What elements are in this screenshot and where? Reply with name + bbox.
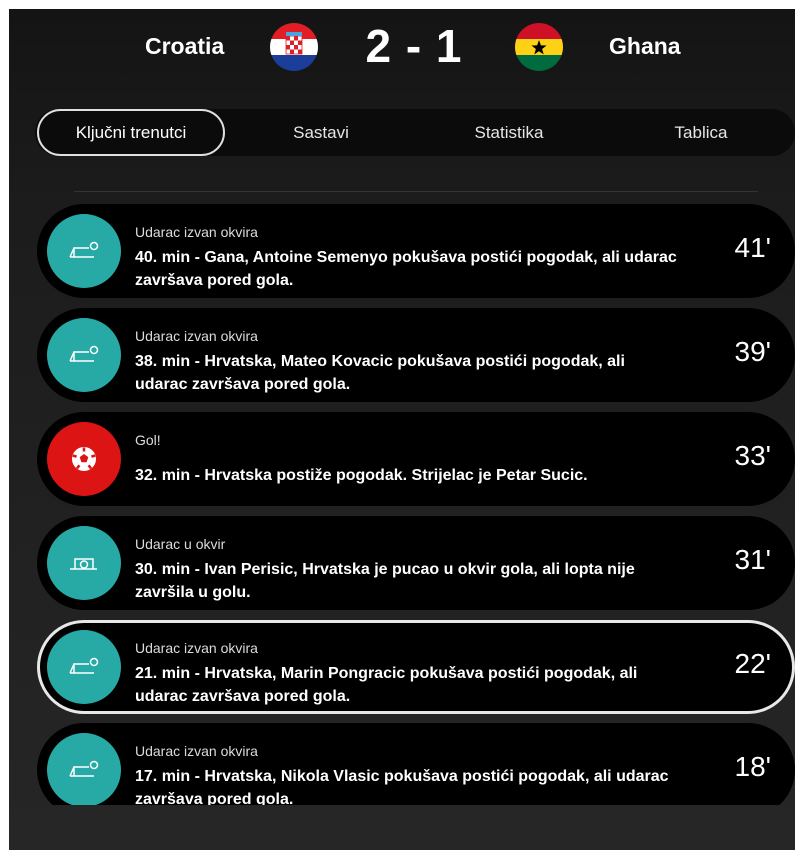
goal-ball-icon	[72, 447, 96, 471]
event-icon-badge	[47, 526, 121, 600]
event-item[interactable]: Udarac izvan okvira 17. min - Hrvatska, …	[37, 723, 795, 805]
event-description: 38. min - Hrvatska, Mateo Kovacic pokuša…	[135, 353, 625, 393]
event-icon-badge	[47, 422, 121, 496]
match-screen: Croatia 2 - 1 Ghana Ključni trenutci Sas…	[9, 9, 795, 850]
shot-off-target-icon	[69, 345, 99, 362]
event-minute: 22'	[734, 648, 772, 679]
shot-off-target-icon	[69, 657, 99, 674]
event-item[interactable]: Gol! 32. min - Hrvatska postiže pogodak.…	[37, 412, 795, 506]
event-type: Udarac izvan okvira	[135, 743, 258, 759]
event-icon-badge	[47, 214, 121, 288]
event-icon-badge	[47, 630, 121, 704]
event-type: Udarac u okvir	[135, 536, 226, 552]
event-item[interactable]: Udarac izvan okvira 38. min - Hrvatska, …	[37, 308, 795, 402]
event-minute: 18'	[734, 751, 772, 782]
event-minute: 33'	[734, 440, 772, 471]
shot-off-target-icon	[69, 241, 99, 258]
event-description: 17. min - Hrvatska, Nikola Vlasic pokuša…	[135, 768, 669, 805]
event-description: 32. min - Hrvatska postiže pogodak. Stri…	[135, 467, 588, 484]
event-icon-badge	[47, 318, 121, 392]
event-minute: 39'	[734, 336, 772, 367]
event-type: Udarac izvan okvira	[135, 224, 258, 240]
event-description: 21. min - Hrvatska, Marin Pongracic poku…	[135, 665, 638, 705]
event-icon-badge	[47, 733, 121, 805]
event-item[interactable]: Udarac izvan okvira 40. min - Gana, Anto…	[37, 204, 795, 298]
event-type: Udarac izvan okvira	[135, 328, 258, 344]
key-moments-list: Udarac izvan okvira 40. min - Gana, Anto…	[9, 9, 795, 805]
event-item-selected[interactable]: Udarac izvan okvira 21. min - Hrvatska, …	[37, 620, 795, 714]
event-type: Udarac izvan okvira	[135, 640, 258, 656]
shot-off-target-icon	[69, 760, 99, 777]
event-minute: 31'	[734, 544, 772, 575]
shot-on-target-icon	[70, 558, 97, 570]
event-description: 40. min - Gana, Antoine Semenyo pokušava…	[135, 249, 677, 289]
event-minute: 41'	[734, 232, 772, 263]
event-type: Gol!	[135, 432, 161, 448]
event-item[interactable]: Udarac u okvir 30. min - Ivan Perisic, H…	[37, 516, 795, 610]
event-description: 30. min - Ivan Perisic, Hrvatska je puca…	[135, 561, 635, 601]
